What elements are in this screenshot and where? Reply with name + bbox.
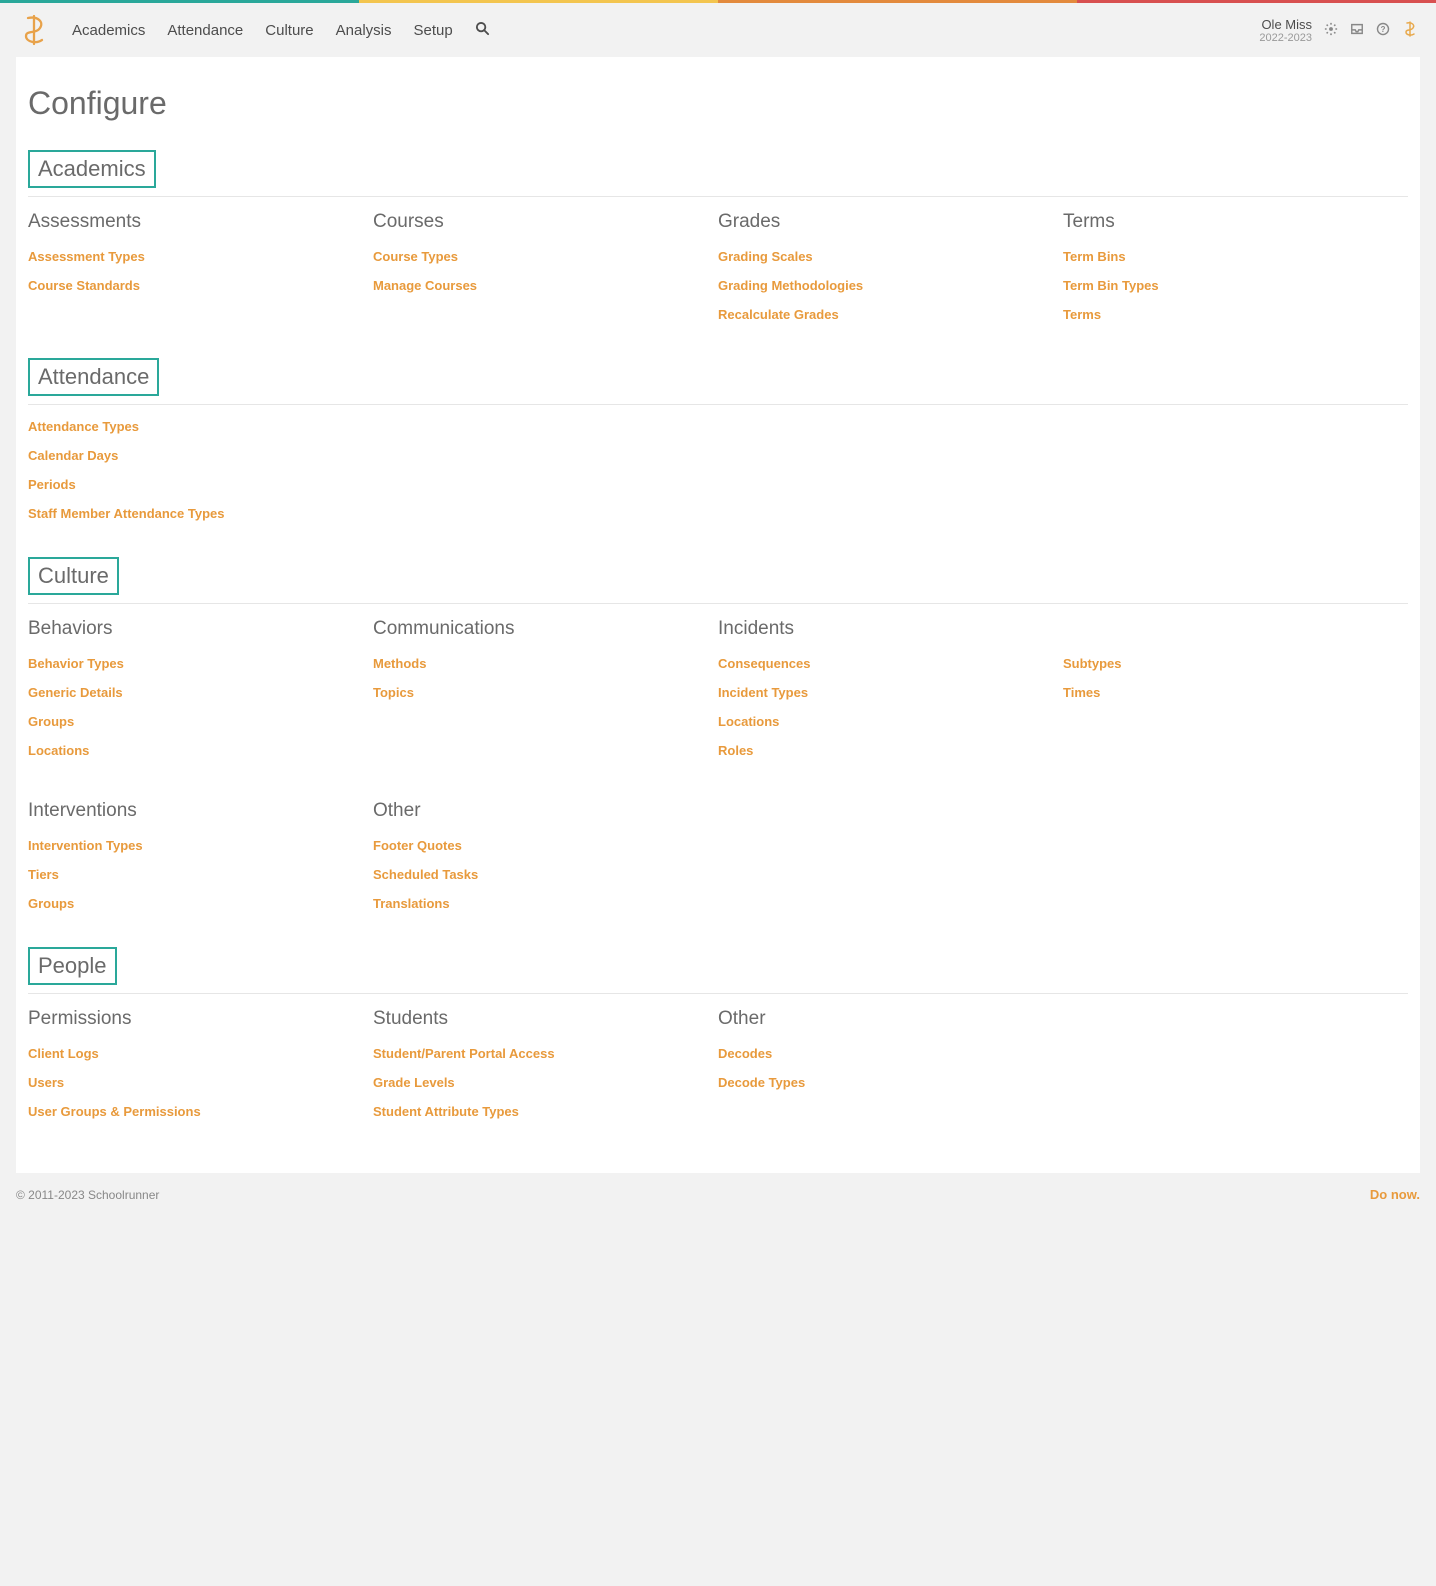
link-roles[interactable]: Roles: [718, 743, 1043, 758]
link-incident-types[interactable]: Incident Types: [718, 685, 1043, 700]
link-course-types[interactable]: Course Types: [373, 249, 698, 264]
link-student-parent-portal[interactable]: Student/Parent Portal Access: [373, 1046, 698, 1061]
divider: [28, 603, 1408, 604]
link-recalculate-grades[interactable]: Recalculate Grades: [718, 307, 1043, 322]
subhead-students: Students: [373, 1008, 698, 1030]
subhead-incidents: Incidents: [718, 618, 1043, 640]
section-attendance-header: Attendance: [28, 358, 159, 396]
do-now-link[interactable]: Do now.: [1370, 1187, 1420, 1202]
nav-links: Academics Attendance Culture Analysis Se…: [72, 22, 453, 39]
schoolrunner-logo-icon[interactable]: [18, 13, 50, 47]
link-generic-details[interactable]: Generic Details: [28, 685, 353, 700]
section-people-header: People: [28, 947, 117, 985]
subhead-grades: Grades: [718, 211, 1043, 233]
divider: [28, 993, 1408, 994]
link-incident-locations[interactable]: Locations: [718, 714, 1043, 729]
link-decodes[interactable]: Decodes: [718, 1046, 1043, 1061]
gear-icon[interactable]: [1324, 22, 1338, 39]
link-behavior-types[interactable]: Behavior Types: [28, 656, 353, 671]
subhead-permissions: Permissions: [28, 1008, 353, 1030]
help-icon[interactable]: ?: [1376, 22, 1390, 39]
link-course-standards[interactable]: Course Standards: [28, 278, 353, 293]
link-calendar-days[interactable]: Calendar Days: [28, 448, 1388, 463]
user-year: 2022-2023: [1259, 32, 1312, 44]
link-terms[interactable]: Terms: [1063, 307, 1388, 322]
link-methods[interactable]: Methods: [373, 656, 698, 671]
divider: [28, 196, 1408, 197]
link-times[interactable]: Times: [1063, 685, 1388, 700]
svg-text:?: ?: [1381, 25, 1386, 34]
footer: © 2011-2023 Schoolrunner Do now.: [0, 1173, 1436, 1216]
top-color-bar: [0, 0, 1436, 3]
subhead-assessments: Assessments: [28, 211, 353, 233]
search-icon[interactable]: [475, 21, 490, 39]
link-translations[interactable]: Translations: [373, 896, 698, 911]
link-subtypes[interactable]: Subtypes: [1063, 656, 1388, 671]
section-culture-header: Culture: [28, 557, 119, 595]
subhead-courses: Courses: [373, 211, 698, 233]
link-student-attribute-types[interactable]: Student Attribute Types: [373, 1104, 698, 1119]
link-attendance-types[interactable]: Attendance Types: [28, 419, 1388, 434]
user-block: Ole Miss 2022-2023 ?: [1259, 17, 1418, 44]
link-term-bin-types[interactable]: Term Bin Types: [1063, 278, 1388, 293]
inbox-icon[interactable]: [1350, 22, 1364, 39]
subhead-communications: Communications: [373, 618, 698, 640]
nav-academics[interactable]: Academics: [72, 22, 145, 39]
link-client-logs[interactable]: Client Logs: [28, 1046, 353, 1061]
link-tiers[interactable]: Tiers: [28, 867, 353, 882]
subhead-culture-other: Other: [373, 800, 698, 822]
link-decode-types[interactable]: Decode Types: [718, 1075, 1043, 1090]
link-behavior-locations[interactable]: Locations: [28, 743, 353, 758]
link-topics[interactable]: Topics: [373, 685, 698, 700]
link-manage-courses[interactable]: Manage Courses: [373, 278, 698, 293]
link-intervention-groups[interactable]: Groups: [28, 896, 353, 911]
top-nav: Academics Attendance Culture Analysis Se…: [0, 3, 1436, 57]
page-content: Configure Academics Assessments Assessme…: [16, 57, 1420, 1173]
nav-culture[interactable]: Culture: [265, 22, 313, 39]
subhead-terms: Terms: [1063, 211, 1388, 233]
schoolrunner-small-icon[interactable]: [1402, 20, 1418, 41]
footer-copyright: © 2011-2023 Schoolrunner: [16, 1188, 159, 1202]
link-grade-levels[interactable]: Grade Levels: [373, 1075, 698, 1090]
link-grading-scales[interactable]: Grading Scales: [718, 249, 1043, 264]
link-scheduled-tasks[interactable]: Scheduled Tasks: [373, 867, 698, 882]
subhead-people-other: Other: [718, 1008, 1043, 1030]
link-behavior-groups[interactable]: Groups: [28, 714, 353, 729]
link-periods[interactable]: Periods: [28, 477, 1388, 492]
subhead-behaviors: Behaviors: [28, 618, 353, 640]
link-grading-methodologies[interactable]: Grading Methodologies: [718, 278, 1043, 293]
link-assessment-types[interactable]: Assessment Types: [28, 249, 353, 264]
nav-analysis[interactable]: Analysis: [336, 22, 392, 39]
link-user-groups-permissions[interactable]: User Groups & Permissions: [28, 1104, 353, 1119]
link-footer-quotes[interactable]: Footer Quotes: [373, 838, 698, 853]
nav-attendance[interactable]: Attendance: [167, 22, 243, 39]
divider: [28, 404, 1408, 405]
link-consequences[interactable]: Consequences: [718, 656, 1043, 671]
user-name: Ole Miss: [1259, 17, 1312, 32]
subhead-incidents-blank: [1063, 618, 1388, 640]
page-title: Configure: [28, 85, 1408, 122]
link-term-bins[interactable]: Term Bins: [1063, 249, 1388, 264]
section-academics-header: Academics: [28, 150, 156, 188]
link-intervention-types[interactable]: Intervention Types: [28, 838, 353, 853]
link-users[interactable]: Users: [28, 1075, 353, 1090]
nav-setup[interactable]: Setup: [413, 22, 452, 39]
link-staff-attendance-types[interactable]: Staff Member Attendance Types: [28, 506, 1388, 521]
subhead-interventions: Interventions: [28, 800, 353, 822]
